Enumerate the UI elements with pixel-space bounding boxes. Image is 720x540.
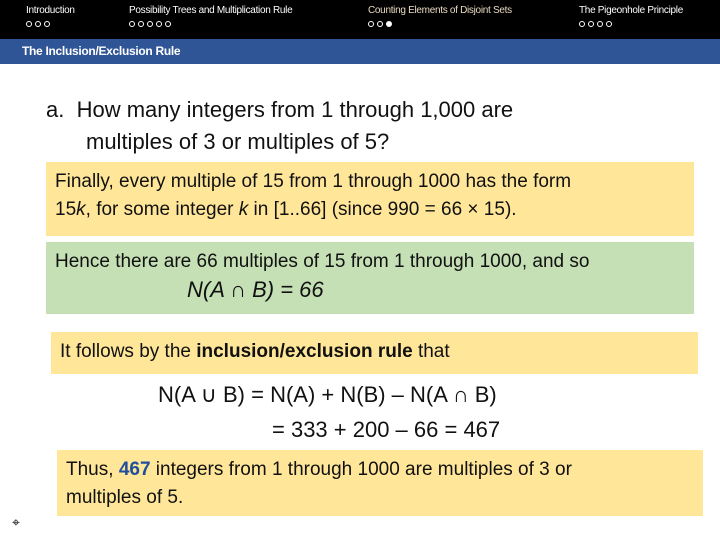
nav-slide-dot[interactable]	[597, 21, 603, 27]
nav-slide-dot[interactable]	[588, 21, 594, 27]
var: k	[76, 199, 86, 220]
nav-slide-dot[interactable]	[606, 21, 612, 27]
text: that	[412, 341, 450, 362]
nav-label: The Pigeonhole Principle	[579, 5, 683, 16]
formula-line1: N(A ∪ B) = N(A) + N(B) – N(A ∩ B)	[158, 382, 497, 407]
nav-slide-dot[interactable]	[165, 21, 171, 27]
box-conclusion: Thus, 467 integers from 1 through 1000 a…	[57, 450, 703, 516]
navigation-header: Introduction Possibility Trees and Multi…	[0, 0, 720, 40]
text: It follows by the	[60, 341, 197, 362]
question-line1: How many integers from 1 through 1,000 a…	[76, 97, 514, 122]
text: multiples of 5.	[66, 487, 184, 508]
frame-title: The Inclusion/Exclusion Rule	[22, 44, 181, 58]
text: in [1..66] (since 990 = 66 × 15).	[248, 199, 517, 220]
nav-section-introduction[interactable]: Introduction	[26, 5, 75, 27]
nav-dots	[26, 21, 75, 27]
nav-slide-dot[interactable]	[129, 21, 135, 27]
question-line2: multiples of 3 or multiples of 5?	[86, 129, 390, 154]
nav-slide-dot[interactable]	[147, 21, 153, 27]
nav-slide-dot[interactable]	[156, 21, 162, 27]
term: inclusion/exclusion rule	[196, 341, 413, 362]
formula: N(A ∩ B) = 66	[187, 277, 324, 302]
nav-slide-dot[interactable]	[35, 21, 41, 27]
formula-line2: = 333 + 200 – 66 = 467	[272, 417, 501, 442]
text: Finally, every multiple of 15 from 1 thr…	[55, 171, 572, 192]
nav-section-pigeonhole[interactable]: The Pigeonhole Principle	[579, 5, 683, 27]
nav-label: Possibility Trees and Multiplication Rul…	[129, 5, 293, 16]
question: a. How many integers from 1 through 1,00…	[46, 94, 513, 158]
nav-section-possibility-trees[interactable]: Possibility Trees and Multiplication Rul…	[129, 5, 293, 27]
nav-dots	[129, 21, 292, 27]
text: , for some integer	[85, 199, 239, 220]
navigation-target-icon[interactable]: ⌖	[12, 514, 20, 531]
nav-slide-dot[interactable]	[377, 21, 383, 27]
text: integers from 1 through 1000 are multipl…	[150, 459, 572, 480]
text: 15	[55, 199, 77, 220]
question-marker: a.	[46, 97, 65, 122]
nav-slide-dot[interactable]	[386, 21, 392, 27]
nav-label: Introduction	[26, 5, 75, 16]
answer: 467	[118, 459, 151, 480]
var: k	[238, 199, 249, 220]
nav-slide-dot[interactable]	[579, 21, 585, 27]
nav-slide-dot[interactable]	[26, 21, 32, 27]
nav-label: Counting Elements of Disjoint Sets	[368, 5, 512, 16]
box-inclusion-exclusion: It follows by the inclusion/exclusion ru…	[51, 332, 698, 374]
frame-title-bar: The Inclusion/Exclusion Rule	[0, 39, 720, 64]
nav-slide-dot[interactable]	[138, 21, 144, 27]
nav-section-counting-elements[interactable]: Counting Elements of Disjoint Sets	[368, 5, 512, 27]
box-count-15: Hence there are 66 multiples of 15 from …	[46, 242, 694, 314]
nav-dots	[368, 21, 512, 27]
text: Thus,	[66, 459, 119, 480]
text: Hence there are 66 multiples of 15 from …	[55, 251, 590, 272]
nav-slide-dot[interactable]	[368, 21, 374, 27]
nav-dots	[579, 21, 683, 27]
nav-slide-dot[interactable]	[44, 21, 50, 27]
box-multiples-of-15: Finally, every multiple of 15 from 1 thr…	[46, 162, 694, 236]
